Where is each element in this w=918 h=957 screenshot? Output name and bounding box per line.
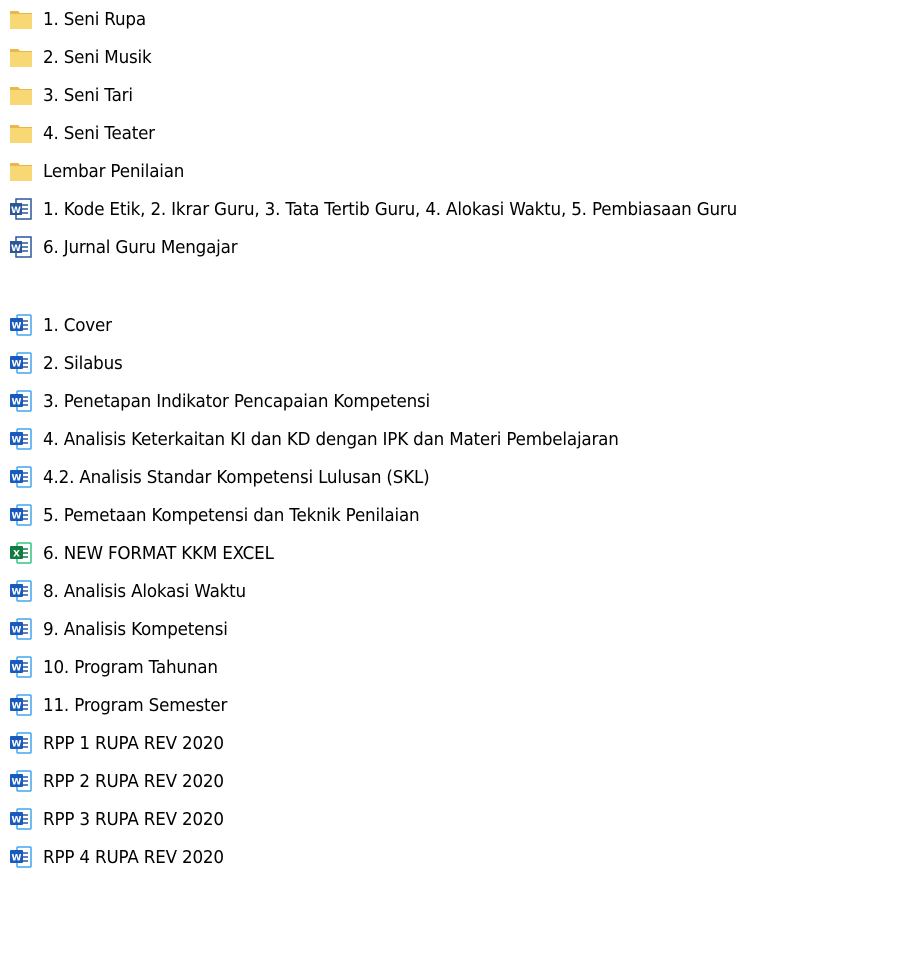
word-doc-icon: W	[8, 844, 34, 870]
file-label: 11. Program Semester	[43, 694, 228, 716]
file-item[interactable]: W 3. Penetapan Indikator Pencapaian Komp…	[0, 386, 459, 416]
file-label: RPP 4 RUPA REV 2020	[43, 846, 224, 868]
svg-text:W: W	[12, 626, 22, 636]
svg-text:W: W	[12, 360, 22, 370]
file-item[interactable]: W 10. Program Tahunan	[0, 652, 231, 682]
file-item[interactable]: W 1. Cover	[0, 310, 117, 340]
svg-text:W: W	[12, 436, 22, 446]
folder-item[interactable]: Lembar Penilaian	[0, 156, 195, 186]
folder-icon	[8, 158, 34, 184]
file-label: 1. Kode Etik, 2. Ikrar Guru, 3. Tata Ter…	[43, 198, 738, 220]
word-doc-icon: W	[8, 234, 34, 260]
file-item[interactable]: W RPP 1 RUPA REV 2020	[0, 728, 237, 758]
file-label: RPP 3 RUPA REV 2020	[43, 808, 224, 830]
svg-text:X: X	[13, 550, 20, 560]
file-label: 4.2. Analisis Standar Kompetensi Lulusan…	[43, 466, 430, 488]
svg-text:W: W	[12, 702, 22, 712]
file-label: 9. Analisis Kompetensi	[43, 618, 228, 640]
folder-icon	[8, 44, 34, 70]
word-doc-icon: W	[8, 196, 34, 222]
file-item[interactable]: W RPP 4 RUPA REV 2020	[0, 842, 237, 872]
folder-label: 2. Seni Musik	[43, 46, 152, 68]
file-label: 2. Silabus	[43, 352, 123, 374]
word-doc-icon: W	[8, 806, 34, 832]
file-item[interactable]: X 6. NEW FORMAT KKM EXCEL	[0, 538, 291, 568]
file-item[interactable]: W 6. Jurnal Guru Mengajar	[0, 232, 252, 262]
folder-item[interactable]: 2. Seni Musik	[0, 42, 160, 72]
file-item[interactable]: W 2. Silabus	[0, 348, 129, 378]
file-item[interactable]: W 8. Analisis Alokasi Waktu	[0, 576, 261, 606]
folder-item[interactable]: 1. Seni Rupa	[0, 4, 154, 34]
file-item[interactable]: W 9. Analisis Kompetensi	[0, 614, 242, 644]
folder-icon	[8, 6, 34, 32]
folder-icon	[8, 82, 34, 108]
file-label: 4. Analisis Keterkaitan KI dan KD dengan…	[43, 428, 619, 450]
file-label: RPP 2 RUPA REV 2020	[43, 770, 224, 792]
word-doc-icon: W	[8, 578, 34, 604]
file-item[interactable]: W 11. Program Semester	[0, 690, 241, 720]
svg-text:W: W	[12, 854, 22, 864]
svg-text:W: W	[12, 512, 22, 522]
svg-text:W: W	[12, 778, 22, 788]
word-doc-icon: W	[8, 464, 34, 490]
file-label: RPP 1 RUPA REV 2020	[43, 732, 224, 754]
word-doc-icon: W	[8, 768, 34, 794]
word-doc-icon: W	[8, 502, 34, 528]
file-label: 6. Jurnal Guru Mengajar	[43, 236, 238, 258]
excel-doc-icon: X	[8, 540, 34, 566]
folder-item[interactable]: 3. Seni Tari	[0, 80, 140, 110]
file-label: 10. Program Tahunan	[43, 656, 218, 678]
svg-text:W: W	[11, 244, 21, 254]
word-doc-icon: W	[8, 312, 34, 338]
word-doc-icon: W	[8, 654, 34, 680]
file-item[interactable]: W RPP 3 RUPA REV 2020	[0, 804, 237, 834]
folder-label: 4. Seni Teater	[43, 122, 155, 144]
svg-text:W: W	[12, 816, 22, 826]
word-doc-icon: W	[8, 350, 34, 376]
file-item[interactable]: W 1. Kode Etik, 2. Ikrar Guru, 3. Tata T…	[0, 194, 789, 224]
svg-text:W: W	[12, 322, 22, 332]
svg-text:W: W	[12, 588, 22, 598]
folder-icon	[8, 120, 34, 146]
file-item[interactable]: W 5. Pemetaan Kompetensi dan Teknik Peni…	[0, 500, 448, 530]
svg-text:W: W	[12, 740, 22, 750]
file-label: 6. NEW FORMAT KKM EXCEL	[43, 542, 274, 564]
svg-text:W: W	[12, 398, 22, 408]
svg-text:W: W	[12, 664, 22, 674]
file-item[interactable]: W 4.2. Analisis Standar Kompetensi Lulus…	[0, 462, 459, 492]
word-doc-icon: W	[8, 426, 34, 452]
word-doc-icon: W	[8, 616, 34, 642]
svg-text:W: W	[12, 474, 22, 484]
folder-label: 1. Seni Rupa	[43, 8, 146, 30]
file-label: 8. Analisis Alokasi Waktu	[43, 580, 246, 602]
svg-text:W: W	[11, 206, 21, 216]
folder-label: Lembar Penilaian	[43, 160, 185, 182]
file-label: 3. Penetapan Indikator Pencapaian Kompet…	[43, 390, 430, 412]
file-item[interactable]: W RPP 2 RUPA REV 2020	[0, 766, 237, 796]
file-label: 1. Cover	[43, 314, 112, 336]
word-doc-icon: W	[8, 730, 34, 756]
file-item[interactable]: W 4. Analisis Keterkaitan KI dan KD deng…	[0, 424, 662, 454]
file-label: 5. Pemetaan Kompetensi dan Teknik Penila…	[43, 504, 420, 526]
folder-label: 3. Seni Tari	[43, 84, 133, 106]
folder-item[interactable]: 4. Seni Teater	[0, 118, 163, 148]
word-doc-icon: W	[8, 388, 34, 414]
word-doc-icon: W	[8, 692, 34, 718]
